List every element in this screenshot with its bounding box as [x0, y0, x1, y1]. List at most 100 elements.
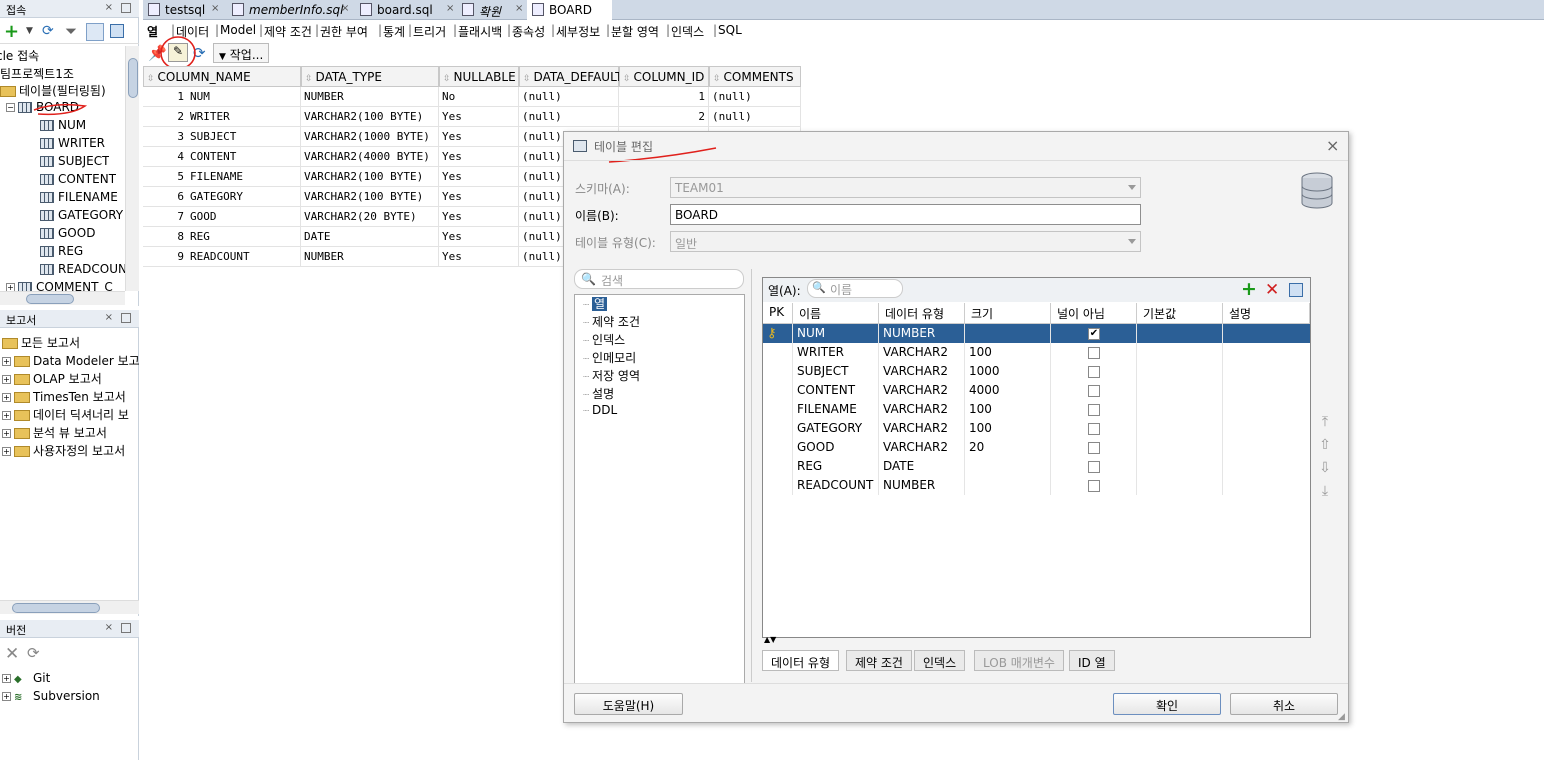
- expand-icon[interactable]: +: [2, 357, 11, 366]
- nav-item[interactable]: ┈ DDL: [583, 403, 617, 421]
- schema-browser-icon[interactable]: [86, 23, 104, 41]
- tree-node[interactable]: CONTENT: [40, 172, 116, 190]
- grid-cell[interactable]: (null): [519, 107, 619, 127]
- grid-cell[interactable]: Yes: [439, 227, 519, 247]
- grid-cell[interactable]: Yes: [439, 147, 519, 167]
- refresh-icon[interactable]: ⟳: [27, 644, 40, 662]
- panel-minimize-icon[interactable]: [121, 623, 131, 633]
- grid-cell[interactable]: Yes: [439, 167, 519, 187]
- tab-close-icon[interactable]: ×: [446, 3, 454, 14]
- expand-icon[interactable]: +: [2, 375, 11, 384]
- sub-tab[interactable]: 세부정보: [556, 23, 600, 40]
- expand-icon[interactable]: +: [2, 393, 11, 402]
- editor-tab[interactable]: memberInfo.sql ×: [227, 0, 352, 20]
- tree-node[interactable]: NUM: [40, 118, 86, 136]
- grid-cell[interactable]: 1: [619, 87, 709, 107]
- sub-tab[interactable]: 제약 조건: [264, 23, 312, 40]
- tab-close-icon[interactable]: ×: [515, 3, 523, 14]
- tree-node[interactable]: + ◆ Git: [2, 671, 50, 689]
- expand-icon[interactable]: +: [2, 429, 11, 438]
- grid-cell[interactable]: VARCHAR2(100 BYTE): [301, 107, 439, 127]
- panel-close-icon[interactable]: ×: [105, 622, 113, 633]
- add-connection-icon[interactable]: +: [4, 21, 19, 42]
- connections-hscroll[interactable]: [0, 291, 125, 305]
- grid-cell[interactable]: No: [439, 87, 519, 107]
- grid-cell[interactable]: REG: [187, 227, 301, 247]
- sub-tab[interactable]: 열: [147, 23, 158, 40]
- editor-tab[interactable]: 확원 ×: [457, 0, 524, 20]
- grid-cell[interactable]: CONTENT: [187, 147, 301, 167]
- panel-close-icon[interactable]: ×: [105, 2, 113, 13]
- nav-item[interactable]: ┈ 저장 영역: [583, 367, 640, 385]
- sub-tab[interactable]: 분할 영역: [611, 23, 659, 40]
- column-detail-tab[interactable]: ID 열: [1069, 650, 1115, 671]
- grid-cell[interactable]: DATE: [301, 227, 439, 247]
- sub-tab[interactable]: Model: [220, 23, 256, 37]
- resize-grip-icon[interactable]: ◢: [1338, 712, 1345, 722]
- ok-button[interactable]: 확인: [1113, 693, 1221, 715]
- delete-icon[interactable]: ✕: [5, 644, 19, 664]
- tree-node[interactable]: FILENAME: [40, 190, 118, 208]
- grid-cell[interactable]: SUBJECT: [187, 127, 301, 147]
- grid-cell[interactable]: GATEGORY: [187, 187, 301, 207]
- column-detail-tab[interactable]: 데이터 유형: [762, 650, 840, 671]
- editor-tab[interactable]: BOARD: [527, 0, 612, 20]
- grid-cell[interactable]: NUM: [187, 87, 301, 107]
- panel-minimize-icon[interactable]: [121, 313, 131, 323]
- sub-tab[interactable]: SQL: [718, 23, 742, 37]
- tree-node[interactable]: + ≋ Subversion: [2, 689, 100, 707]
- grid-cell[interactable]: NUMBER: [301, 247, 439, 267]
- refresh-icon[interactable]: ⟳: [42, 23, 54, 39]
- nav-item[interactable]: ┈ 설명: [583, 385, 614, 403]
- tree-node[interactable]: cle 접속: [0, 47, 39, 65]
- expand-icon[interactable]: +: [2, 674, 11, 683]
- grid-column-header[interactable]: ⇳ COLUMN_NAME: [143, 66, 301, 87]
- grid-column-header[interactable]: ⇳ COMMENTS: [709, 66, 801, 87]
- filter-icon[interactable]: ⏷: [65, 22, 77, 40]
- grid-cell[interactable]: VARCHAR2(4000 BYTE): [301, 147, 439, 167]
- sub-tab[interactable]: 플래시백: [458, 23, 502, 40]
- grid-cell[interactable]: FILENAME: [187, 167, 301, 187]
- sub-tab[interactable]: 권한 부여: [320, 23, 368, 40]
- tree-node[interactable]: READCOUN: [40, 262, 126, 280]
- grid-cell[interactable]: VARCHAR2(20 BYTE): [301, 207, 439, 227]
- grid-cell[interactable]: VARCHAR2(100 BYTE): [301, 167, 439, 187]
- sub-tab[interactable]: 통계: [383, 23, 405, 40]
- nav-item[interactable]: ┈ 제약 조건: [583, 313, 640, 331]
- tab-close-icon[interactable]: ×: [211, 3, 219, 14]
- tree-node[interactable]: + COMMENT_C: [6, 280, 113, 291]
- tab-close-icon[interactable]: ×: [341, 3, 349, 14]
- collapse-icon[interactable]: −: [6, 103, 15, 112]
- tree-node[interactable]: + 분석 뷰 보고서: [2, 424, 107, 442]
- scroll-thumb[interactable]: [128, 58, 138, 98]
- chevron-down-icon[interactable]: ▼: [26, 26, 33, 36]
- grid-cell[interactable]: (null): [709, 107, 801, 127]
- expand-icon[interactable]: +: [2, 692, 11, 701]
- grid-cell[interactable]: Yes: [439, 207, 519, 227]
- actions-dropdown[interactable]: ▼ 작업...: [213, 43, 270, 63]
- expand-icon[interactable]: +: [6, 283, 15, 291]
- grid-column-header[interactable]: ⇳ DATA_TYPE: [301, 66, 439, 87]
- column-detail-tab[interactable]: LOB 매개변수: [974, 650, 1064, 671]
- sub-tab[interactable]: 트리거: [413, 23, 446, 40]
- connections-vscroll[interactable]: [125, 46, 139, 291]
- tree-node[interactable]: SUBJECT: [40, 154, 109, 172]
- panel-close-icon[interactable]: ×: [105, 312, 113, 323]
- grid-cell[interactable]: READCOUNT: [187, 247, 301, 267]
- expand-icon[interactable]: +: [2, 411, 11, 420]
- grid-column-header[interactable]: ⇳ COLUMN_ID: [619, 66, 709, 87]
- tree-node[interactable]: WRITER: [40, 136, 105, 154]
- tree-node[interactable]: + OLAP 보고서: [2, 370, 102, 388]
- move-bottom-icon[interactable]: ⤓: [1317, 483, 1333, 499]
- tree-node[interactable]: + TimesTen 보고서: [2, 388, 126, 406]
- connections-menu-icon[interactable]: [110, 24, 124, 38]
- grid-cell[interactable]: WRITER: [187, 107, 301, 127]
- tree-node[interactable]: + 사용자정의 보고서: [2, 442, 125, 460]
- sub-tab[interactable]: 종속성: [512, 23, 545, 40]
- grid-cell[interactable]: GOOD: [187, 207, 301, 227]
- grid-cell[interactable]: NUMBER: [301, 87, 439, 107]
- grid-cell[interactable]: Yes: [439, 107, 519, 127]
- search-box[interactable]: 🔍 검색: [574, 269, 744, 289]
- grid-column-header[interactable]: ⇳ NULLABLE: [439, 66, 519, 87]
- grid-cell[interactable]: VARCHAR2(100 BYTE): [301, 187, 439, 207]
